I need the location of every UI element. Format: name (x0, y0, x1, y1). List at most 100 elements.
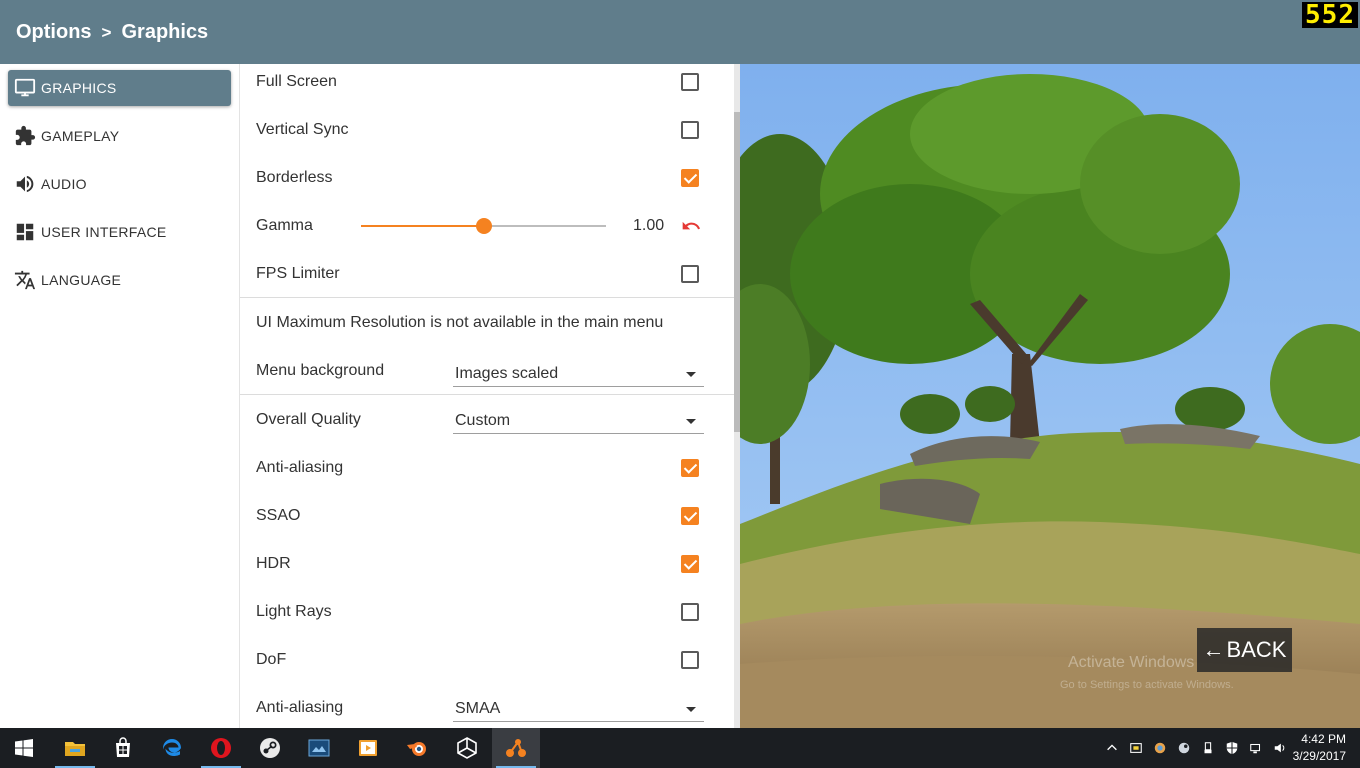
light-rays-checkbox[interactable] (681, 603, 699, 621)
dof-checkbox[interactable] (681, 651, 699, 669)
select-value: Custom (455, 412, 511, 429)
breadcrumb-root[interactable]: Options (16, 21, 92, 44)
chevron-down-icon (686, 372, 696, 377)
option-row-ssao: SSAO (240, 492, 734, 540)
breadcrumb: Options > Graphics (16, 21, 208, 44)
ssao-checkbox[interactable] (681, 507, 699, 525)
media-player-icon[interactable] (344, 728, 392, 768)
volume-icon[interactable] (1272, 740, 1288, 756)
option-row-vertical-sync: Vertical Sync (240, 106, 734, 154)
sidebar-item-label: GAMEPLAY (41, 128, 120, 144)
windows-start-icon[interactable] (0, 728, 48, 768)
sidebar-item-user-interface[interactable]: USER INTERFACE (8, 214, 231, 250)
store-icon[interactable] (99, 728, 147, 768)
game-preview: Activate Windows Go to Settings to activ… (740, 64, 1360, 728)
sidebar-item-language[interactable]: LANGUAGE (8, 262, 231, 298)
orb-tray-icon[interactable] (1152, 740, 1168, 756)
option-label: Anti-aliasing (256, 699, 344, 716)
edge-icon[interactable] (148, 728, 196, 768)
network-icon[interactable] (1248, 740, 1264, 756)
unity-icon[interactable] (443, 728, 491, 768)
overall-quality-select[interactable]: Custom (453, 406, 704, 434)
option-label: SSAO (256, 507, 301, 524)
beamng-icon[interactable] (492, 728, 540, 768)
hdr-checkbox[interactable] (681, 555, 699, 573)
back-button-label: BACK (1226, 637, 1287, 662)
system-tray (1100, 728, 1292, 768)
gamma-slider-fill (361, 225, 484, 227)
sidebar-item-label: GRAPHICS (41, 80, 117, 96)
steam-tray-icon[interactable] (1176, 740, 1192, 756)
option-label: FPS Limiter (256, 265, 340, 282)
sidebar-item-label: AUDIO (41, 176, 87, 192)
menu-background-select[interactable]: Images scaled (453, 359, 704, 387)
option-label: Full Screen (256, 73, 337, 90)
option-row-anti-aliasing: Anti-aliasing (240, 444, 734, 492)
option-label: Overall Quality (256, 411, 361, 428)
breadcrumb-current: Graphics (121, 21, 209, 43)
anti-aliasing-checkbox[interactable] (681, 459, 699, 477)
option-label: Gamma (256, 217, 313, 234)
chevron-down-icon (686, 419, 696, 424)
gamma-slider[interactable] (361, 218, 606, 234)
opera-icon[interactable] (197, 728, 245, 768)
option-label: Menu background (256, 362, 385, 379)
option-row-overall-quality: Overall Quality Custom (240, 396, 734, 444)
divider (240, 394, 734, 395)
divider (240, 297, 734, 298)
options-panel: Full Screen Vertical Sync Borderless Gam… (240, 64, 734, 728)
app-tray-icon[interactable] (1128, 740, 1144, 756)
anti-aliasing-mode-select[interactable]: SMAA (453, 694, 704, 722)
option-row-menu-background: Menu background Images scaled (240, 347, 734, 395)
app-window: Options > Graphics 552 GRAPHICS GAMEPLAY… (0, 0, 1360, 768)
blender-icon[interactable] (393, 728, 441, 768)
sidebar-item-graphics[interactable]: GRAPHICS (8, 70, 231, 106)
borderless-checkbox[interactable] (681, 169, 699, 187)
activate-windows-subtext: Go to Settings to activate Windows. (1060, 679, 1234, 691)
option-row-hdr: HDR (240, 540, 734, 588)
file-explorer-icon[interactable] (51, 728, 99, 768)
speaker-icon (14, 173, 36, 195)
select-value: SMAA (455, 700, 501, 717)
taskbar: 4:42 PM 3/29/2017 (0, 728, 1360, 768)
translate-icon (14, 269, 36, 291)
dashboard-icon (14, 221, 36, 243)
photo-app-icon[interactable] (295, 728, 343, 768)
arrow-left-icon: ← (1202, 637, 1225, 662)
sidebar-item-label: USER INTERFACE (41, 224, 167, 240)
fps-counter: 552 (1302, 2, 1358, 28)
reset-icon[interactable] (680, 216, 702, 236)
option-row-light-rays: Light Rays (240, 588, 734, 636)
ui-max-resolution-note: UI Maximum Resolution is not available i… (256, 314, 664, 331)
puzzle-icon (14, 125, 36, 147)
sidebar-item-gameplay[interactable]: GAMEPLAY (8, 118, 231, 154)
full-screen-checkbox[interactable] (681, 73, 699, 91)
usb-device-icon[interactable] (1200, 740, 1216, 756)
vertical-sync-checkbox[interactable] (681, 121, 699, 139)
option-label: Anti-aliasing (256, 459, 344, 476)
activate-windows-watermark: Activate Windows (1068, 654, 1195, 671)
option-label: HDR (256, 555, 291, 572)
option-label: DoF (256, 651, 287, 668)
select-value: Images scaled (455, 365, 559, 382)
monitor-icon (14, 77, 36, 99)
option-row-anti-aliasing-mode: Anti-aliasing SMAA (240, 684, 734, 728)
shield-icon[interactable] (1224, 740, 1240, 756)
sidebar-item-audio[interactable]: AUDIO (8, 166, 231, 202)
chevron-up-icon[interactable] (1104, 740, 1120, 756)
breadcrumb-separator: > (101, 22, 112, 42)
option-label: Borderless (256, 169, 333, 186)
gamma-slider-thumb[interactable] (475, 218, 492, 234)
back-button[interactable]: ← BACK (1197, 628, 1292, 672)
clock-date: 3/29/2017 (1292, 749, 1346, 763)
sidebar-item-label: LANGUAGE (41, 272, 122, 288)
taskbar-clock[interactable]: 4:42 PM 3/29/2017 (1293, 731, 1346, 765)
fps-limiter-checkbox[interactable] (681, 265, 699, 283)
steam-icon[interactable] (246, 728, 294, 768)
option-row-gamma: Gamma 1.00 (240, 202, 734, 250)
header-bar: Options > Graphics 552 (0, 0, 1360, 64)
chevron-down-icon (686, 707, 696, 712)
option-label: Vertical Sync (256, 121, 349, 138)
clock-time: 4:42 PM (1301, 732, 1346, 746)
gamma-value: 1.00 (633, 217, 665, 234)
